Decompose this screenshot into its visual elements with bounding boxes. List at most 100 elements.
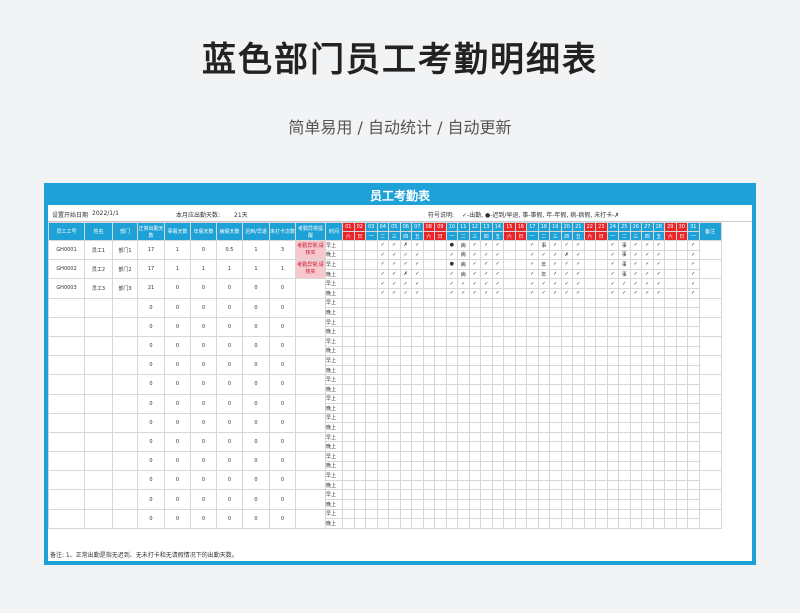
day-cell[interactable] (468, 364, 481, 376)
day-cell[interactable] (641, 499, 654, 510)
day-cell[interactable] (445, 508, 458, 520)
day-cell[interactable] (641, 316, 654, 328)
day-cell[interactable] (388, 412, 401, 424)
day-cell[interactable] (503, 489, 516, 501)
day-cell[interactable] (457, 412, 470, 424)
day-cell[interactable] (664, 460, 677, 472)
day-cell[interactable] (399, 364, 412, 376)
day-cell[interactable] (629, 326, 642, 337)
day-cell[interactable] (526, 489, 539, 501)
day-cell[interactable] (560, 422, 573, 433)
day-cell[interactable] (595, 345, 608, 357)
day-cell[interactable] (618, 364, 631, 376)
day-cell[interactable] (514, 355, 527, 366)
day-cell[interactable] (687, 451, 700, 462)
day-cell[interactable] (376, 374, 389, 385)
day-cell[interactable]: ✓ (388, 287, 401, 299)
day-cell[interactable] (480, 355, 493, 366)
day-cell[interactable]: ✓ (560, 278, 573, 289)
day-cell[interactable] (503, 518, 516, 529)
day-cell[interactable] (549, 364, 562, 376)
cell-late[interactable]: 0 (242, 412, 270, 433)
day-cell[interactable] (422, 393, 435, 405)
day-cell[interactable] (434, 374, 447, 385)
day-cell[interactable] (560, 335, 573, 347)
day-cell[interactable] (514, 374, 527, 385)
day-cell[interactable] (445, 470, 458, 481)
day-cell[interactable] (618, 335, 631, 347)
day-cell[interactable] (399, 412, 412, 424)
day-cell[interactable]: ✓ (468, 268, 481, 280)
day-cell[interactable] (365, 460, 378, 472)
day-cell[interactable] (468, 345, 481, 357)
cell-alert[interactable] (295, 374, 326, 395)
day-cell[interactable] (652, 335, 665, 347)
day-cell[interactable] (342, 364, 355, 376)
day-cell[interactable] (526, 393, 539, 405)
day-cell[interactable]: ✓ (480, 240, 493, 251)
day-cell[interactable] (549, 499, 562, 510)
day-cell[interactable] (457, 326, 470, 337)
day-cell[interactable]: ✓ (411, 249, 424, 261)
day-cell[interactable] (411, 326, 424, 337)
day-cell[interactable] (537, 431, 550, 443)
day-cell[interactable]: ✓ (491, 268, 504, 280)
day-cell[interactable] (411, 412, 424, 424)
day-cell[interactable] (526, 335, 539, 347)
day-cell[interactable] (641, 374, 654, 385)
day-cell[interactable] (411, 470, 424, 481)
day-cell[interactable] (434, 335, 447, 347)
day-cell[interactable]: ✓ (526, 259, 539, 270)
day-cell[interactable] (687, 374, 700, 385)
day-cell[interactable] (526, 431, 539, 443)
day-cell[interactable] (342, 316, 355, 328)
day-cell[interactable] (687, 355, 700, 366)
day-cell[interactable] (652, 403, 665, 414)
day-cell[interactable] (480, 422, 493, 433)
day-cell[interactable] (560, 479, 573, 491)
day-cell[interactable] (526, 422, 539, 433)
day-cell[interactable] (572, 364, 585, 376)
day-cell[interactable] (560, 470, 573, 481)
day-cell[interactable] (606, 518, 619, 529)
day-cell[interactable] (560, 307, 573, 318)
remark-cell[interactable] (698, 393, 722, 414)
cell-name[interactable]: 员工1 (84, 239, 113, 261)
day-cell[interactable]: ✓ (572, 259, 585, 270)
day-cell[interactable] (422, 441, 435, 453)
day-cell[interactable] (641, 460, 654, 472)
day-cell[interactable] (434, 355, 447, 366)
day-cell[interactable] (376, 403, 389, 414)
day-cell[interactable] (560, 393, 573, 405)
cell-alert[interactable] (295, 278, 326, 299)
day-cell[interactable]: ✓ (687, 287, 700, 299)
day-cell[interactable] (491, 364, 504, 376)
day-cell[interactable] (618, 316, 631, 328)
day-cell[interactable] (572, 326, 585, 337)
cell-sick[interactable]: 0 (216, 278, 243, 299)
cell-late[interactable]: 1 (242, 259, 270, 280)
day-cell[interactable] (595, 470, 608, 481)
cell-id[interactable] (48, 451, 85, 472)
day-cell[interactable]: ✓ (491, 287, 504, 299)
cell-personal[interactable]: 0 (164, 451, 191, 472)
day-cell[interactable] (549, 441, 562, 453)
day-cell[interactable] (376, 393, 389, 405)
day-cell[interactable] (583, 499, 596, 510)
day-cell[interactable]: ✓ (629, 287, 642, 299)
cell-late[interactable]: 0 (242, 451, 270, 472)
day-cell[interactable]: ✓ (641, 287, 654, 299)
day-cell[interactable] (365, 355, 378, 366)
day-cell[interactable]: ✓ (445, 278, 458, 289)
start-value[interactable]: 2022/1/1 (92, 210, 119, 217)
day-cell[interactable] (422, 307, 435, 318)
cell-alert[interactable] (295, 393, 326, 414)
day-cell[interactable] (629, 364, 642, 376)
day-cell[interactable] (365, 499, 378, 510)
day-cell[interactable] (595, 422, 608, 433)
day-cell[interactable] (537, 479, 550, 491)
day-cell[interactable] (572, 479, 585, 491)
day-cell[interactable] (491, 412, 504, 424)
day-cell[interactable] (606, 374, 619, 385)
day-cell[interactable] (434, 431, 447, 443)
